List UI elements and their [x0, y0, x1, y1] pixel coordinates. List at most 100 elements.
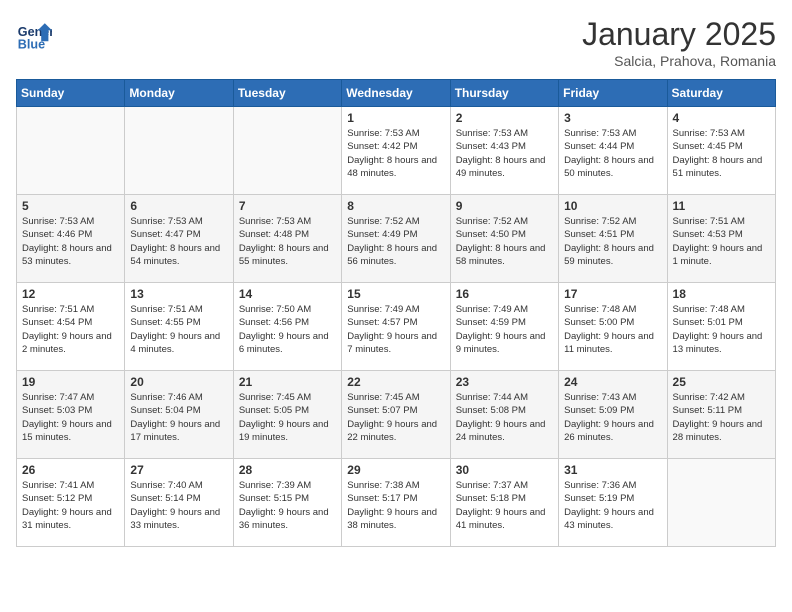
weekday-header-wednesday: Wednesday — [342, 80, 450, 107]
calendar-cell: 25 Sunrise: 7:42 AMSunset: 5:11 PMDayligh… — [667, 371, 775, 459]
day-info: Sunrise: 7:45 AMSunset: 5:05 PMDaylight:… — [239, 391, 336, 444]
logo: General Blue General Blue — [16, 16, 52, 52]
calendar-cell: 14Sunrise: 7:50 AMSunset: 4:56 PMDayligh… — [233, 283, 341, 371]
calendar-cell: 20 Sunrise: 7:46 AMSunset: 5:04 PMDayligh… — [125, 371, 233, 459]
day-number: 19 — [22, 375, 119, 389]
calendar-cell: 28 Sunrise: 7:39 AMSunset: 5:15 PMDayligh… — [233, 459, 341, 547]
day-number: 15 — [347, 287, 444, 301]
location: Salcia, Prahova, Romania — [582, 53, 776, 69]
day-info: Sunrise: 7:41 AMSunset: 5:12 PMDaylight:… — [22, 479, 119, 532]
calendar-cell: 3 Sunrise: 7:53 AMSunset: 4:44 PMDaylight… — [559, 107, 667, 195]
calendar-table: SundayMondayTuesdayWednesdayThursdayFrid… — [16, 79, 776, 547]
week-row-1: 1Sunrise: 7:53 AMSunset: 4:42 PMDaylight… — [17, 107, 776, 195]
day-number: 30 — [456, 463, 553, 477]
weekday-header-thursday: Thursday — [450, 80, 558, 107]
day-number: 17 — [564, 287, 661, 301]
calendar-cell: 11Sunrise: 7:51 AMSunset: 4:53 PMDayligh… — [667, 195, 775, 283]
day-info: Sunrise: 7:49 AMSunset: 4:59 PMDaylight:… — [456, 303, 553, 356]
day-number: 10 — [564, 199, 661, 213]
day-number: 29 — [347, 463, 444, 477]
weekday-header-sunday: Sunday — [17, 80, 125, 107]
day-number: 21 — [239, 375, 336, 389]
calendar-cell: 19 Sunrise: 7:47 AMSunset: 5:03 PMDayligh… — [17, 371, 125, 459]
logo-icon: General Blue — [16, 16, 52, 52]
calendar-cell: 15 Sunrise: 7:49 AMSunset: 4:57 PMDayligh… — [342, 283, 450, 371]
svg-text:Blue: Blue — [18, 37, 45, 51]
day-info: Sunrise: 7:48 AMSunset: 5:00 PMDaylight:… — [564, 303, 661, 356]
day-number: 9 — [456, 199, 553, 213]
day-number: 12 — [22, 287, 119, 301]
day-info: Sunrise: 7:51 AMSunset: 4:54 PMDaylight:… — [22, 303, 119, 356]
calendar-cell: 26 Sunrise: 7:41 AMSunset: 5:12 PMDayligh… — [17, 459, 125, 547]
day-info: Sunrise: 7:53 AMSunset: 4:46 PMDaylight:… — [22, 215, 119, 268]
day-info: Sunrise: 7:53 AMSunset: 4:47 PMDaylight:… — [130, 215, 227, 268]
day-info: Sunrise: 7:39 AMSunset: 5:15 PMDaylight:… — [239, 479, 336, 532]
day-number: 3 — [564, 111, 661, 125]
day-info: Sunrise: 7:53 AMSunset: 4:45 PMDaylight:… — [673, 127, 770, 180]
calendar-cell: 30 Sunrise: 7:37 AMSunset: 5:18 PMDayligh… — [450, 459, 558, 547]
calendar-cell: 8Sunrise: 7:52 AMSunset: 4:49 PMDaylight… — [342, 195, 450, 283]
calendar-cell: 6 Sunrise: 7:53 AMSunset: 4:47 PMDaylight… — [125, 195, 233, 283]
day-number: 6 — [130, 199, 227, 213]
day-info: Sunrise: 7:53 AMSunset: 4:43 PMDaylight:… — [456, 127, 553, 180]
day-number: 7 — [239, 199, 336, 213]
day-info: Sunrise: 7:46 AMSunset: 5:04 PMDaylight:… — [130, 391, 227, 444]
calendar-cell: 7 Sunrise: 7:53 AMSunset: 4:48 PMDaylight… — [233, 195, 341, 283]
day-info: Sunrise: 7:40 AMSunset: 5:14 PMDaylight:… — [130, 479, 227, 532]
calendar-cell: 27 Sunrise: 7:40 AMSunset: 5:14 PMDayligh… — [125, 459, 233, 547]
day-number: 28 — [239, 463, 336, 477]
day-number: 2 — [456, 111, 553, 125]
weekday-header-friday: Friday — [559, 80, 667, 107]
calendar-cell: 31 Sunrise: 7:36 AMSunset: 5:19 PMDayligh… — [559, 459, 667, 547]
calendar-cell: 16 Sunrise: 7:49 AMSunset: 4:59 PMDayligh… — [450, 283, 558, 371]
week-row-5: 26 Sunrise: 7:41 AMSunset: 5:12 PMDayligh… — [17, 459, 776, 547]
calendar-cell: 4Sunrise: 7:53 AMSunset: 4:45 PMDaylight… — [667, 107, 775, 195]
month-title: January 2025 — [582, 16, 776, 53]
day-info: Sunrise: 7:53 AMSunset: 4:44 PMDaylight:… — [564, 127, 661, 180]
calendar-cell: 29 Sunrise: 7:38 AMSunset: 5:17 PMDayligh… — [342, 459, 450, 547]
day-number: 11 — [673, 199, 770, 213]
day-info: Sunrise: 7:37 AMSunset: 5:18 PMDaylight:… — [456, 479, 553, 532]
day-info: Sunrise: 7:44 AMSunset: 5:08 PMDaylight:… — [456, 391, 553, 444]
day-number: 22 — [347, 375, 444, 389]
day-info: Sunrise: 7:42 AMSunset: 5:11 PMDaylight:… — [673, 391, 770, 444]
calendar-cell: 1Sunrise: 7:53 AMSunset: 4:42 PMDaylight… — [342, 107, 450, 195]
title-block: January 2025 Salcia, Prahova, Romania — [582, 16, 776, 69]
calendar-cell: 21 Sunrise: 7:45 AMSunset: 5:05 PMDayligh… — [233, 371, 341, 459]
day-info: Sunrise: 7:47 AMSunset: 5:03 PMDaylight:… — [22, 391, 119, 444]
day-info: Sunrise: 7:45 AMSunset: 5:07 PMDaylight:… — [347, 391, 444, 444]
day-info: Sunrise: 7:53 AMSunset: 4:48 PMDaylight:… — [239, 215, 336, 268]
day-number: 31 — [564, 463, 661, 477]
week-row-3: 12 Sunrise: 7:51 AMSunset: 4:54 PMDayligh… — [17, 283, 776, 371]
day-info: Sunrise: 7:38 AMSunset: 5:17 PMDaylight:… — [347, 479, 444, 532]
calendar-cell: 12 Sunrise: 7:51 AMSunset: 4:54 PMDayligh… — [17, 283, 125, 371]
day-info: Sunrise: 7:49 AMSunset: 4:57 PMDaylight:… — [347, 303, 444, 356]
weekday-header-row: SundayMondayTuesdayWednesdayThursdayFrid… — [17, 80, 776, 107]
day-number: 18 — [673, 287, 770, 301]
page-header: General Blue General Blue January 2025 S… — [16, 16, 776, 69]
calendar-cell — [667, 459, 775, 547]
day-number: 16 — [456, 287, 553, 301]
day-number: 26 — [22, 463, 119, 477]
day-info: Sunrise: 7:51 AMSunset: 4:55 PMDaylight:… — [130, 303, 227, 356]
day-number: 13 — [130, 287, 227, 301]
calendar-cell: 9Sunrise: 7:52 AMSunset: 4:50 PMDaylight… — [450, 195, 558, 283]
calendar-cell: 22 Sunrise: 7:45 AMSunset: 5:07 PMDayligh… — [342, 371, 450, 459]
calendar-cell — [17, 107, 125, 195]
day-info: Sunrise: 7:52 AMSunset: 4:51 PMDaylight:… — [564, 215, 661, 268]
calendar-cell: 10 Sunrise: 7:52 AMSunset: 4:51 PMDayligh… — [559, 195, 667, 283]
weekday-header-saturday: Saturday — [667, 80, 775, 107]
day-number: 20 — [130, 375, 227, 389]
calendar-cell: 17 Sunrise: 7:48 AMSunset: 5:00 PMDayligh… — [559, 283, 667, 371]
day-info: Sunrise: 7:53 AMSunset: 4:42 PMDaylight:… — [347, 127, 444, 180]
calendar-cell: 13 Sunrise: 7:51 AMSunset: 4:55 PMDayligh… — [125, 283, 233, 371]
day-info: Sunrise: 7:36 AMSunset: 5:19 PMDaylight:… — [564, 479, 661, 532]
day-number: 25 — [673, 375, 770, 389]
weekday-header-monday: Monday — [125, 80, 233, 107]
calendar-cell: 5Sunrise: 7:53 AMSunset: 4:46 PMDaylight… — [17, 195, 125, 283]
calendar-cell — [125, 107, 233, 195]
day-info: Sunrise: 7:50 AMSunset: 4:56 PMDaylight:… — [239, 303, 336, 356]
calendar-cell — [233, 107, 341, 195]
week-row-4: 19 Sunrise: 7:47 AMSunset: 5:03 PMDayligh… — [17, 371, 776, 459]
day-number: 27 — [130, 463, 227, 477]
